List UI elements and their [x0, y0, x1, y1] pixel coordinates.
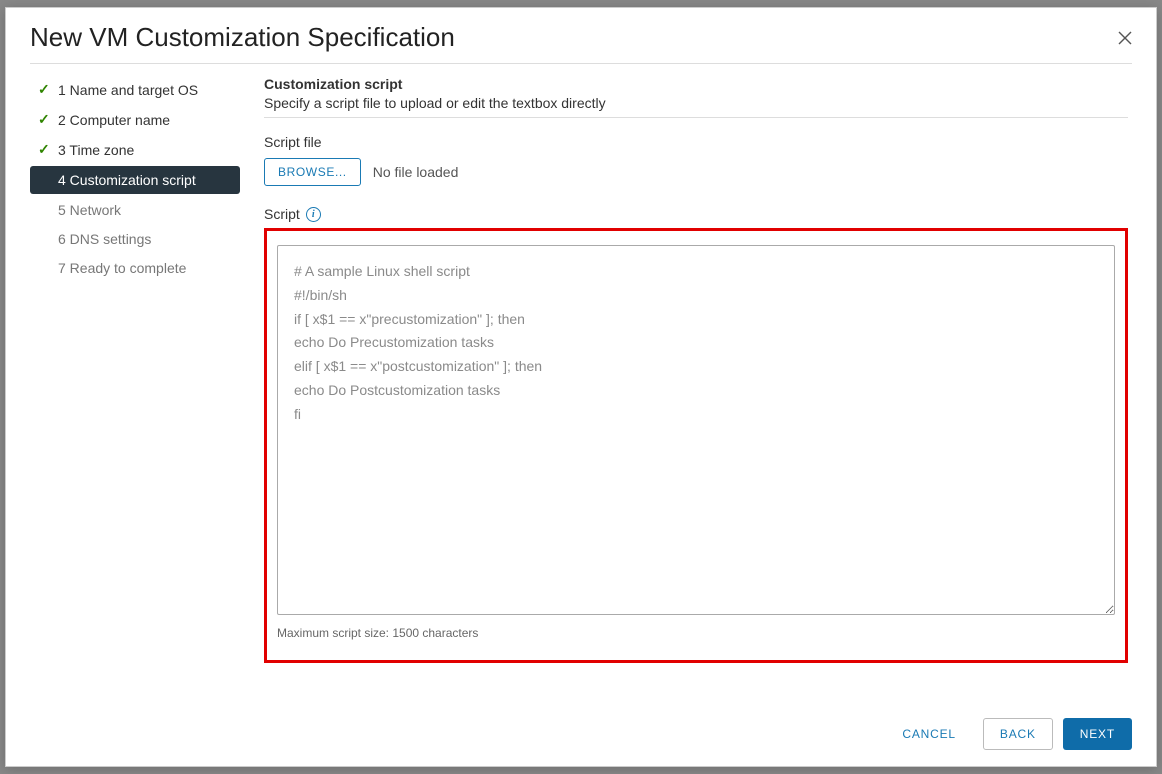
- step-label: 3 Time zone: [58, 142, 134, 158]
- modal-body: ✓ 1 Name and target OS ✓ 2 Computer name…: [6, 76, 1156, 702]
- wizard-modal: New VM Customization Specification ✓ 1 N…: [5, 7, 1157, 767]
- back-button[interactable]: BACK: [983, 718, 1053, 750]
- file-status: No file loaded: [373, 164, 459, 180]
- check-icon: ✓: [38, 81, 52, 98]
- close-icon[interactable]: [1118, 31, 1132, 45]
- check-icon: ✓: [38, 141, 52, 158]
- modal-footer: CANCEL BACK NEXT: [6, 702, 1156, 766]
- step-name-and-target-os[interactable]: ✓ 1 Name and target OS: [30, 76, 240, 103]
- info-icon[interactable]: i: [306, 207, 321, 222]
- step-network[interactable]: 5 Network: [30, 197, 240, 223]
- file-row: BROWSE... No file loaded: [264, 158, 1128, 186]
- step-customization-script[interactable]: 4 Customization script: [30, 166, 240, 194]
- section-title: Customization script: [264, 76, 1128, 92]
- step-computer-name[interactable]: ✓ 2 Computer name: [30, 106, 240, 133]
- script-textarea[interactable]: [277, 245, 1115, 615]
- step-label: 1 Name and target OS: [58, 82, 198, 98]
- script-label: Script: [264, 206, 300, 222]
- step-label: 2 Computer name: [58, 112, 170, 128]
- script-max-note: Maximum script size: 1500 characters: [277, 626, 1115, 640]
- step-label: 7 Ready to complete: [58, 260, 186, 276]
- step-ready-to-complete[interactable]: 7 Ready to complete: [30, 255, 240, 281]
- header-divider: [30, 63, 1132, 64]
- modal-header: New VM Customization Specification: [6, 8, 1156, 63]
- step-label: 4 Customization script: [58, 172, 196, 188]
- section-subtitle: Specify a script file to upload or edit …: [264, 95, 1128, 111]
- step-label: 6 DNS settings: [58, 231, 151, 247]
- cancel-button[interactable]: CANCEL: [885, 718, 972, 750]
- wizard-steps-sidebar: ✓ 1 Name and target OS ✓ 2 Computer name…: [30, 76, 240, 702]
- wizard-content: Customization script Specify a script fi…: [240, 76, 1132, 702]
- script-file-label: Script file: [264, 134, 1128, 150]
- step-time-zone[interactable]: ✓ 3 Time zone: [30, 136, 240, 163]
- script-highlight-box: Maximum script size: 1500 characters: [264, 228, 1128, 663]
- next-button[interactable]: NEXT: [1063, 718, 1132, 750]
- check-icon: ✓: [38, 111, 52, 128]
- script-label-row: Script i: [264, 206, 1128, 222]
- step-dns-settings[interactable]: 6 DNS settings: [30, 226, 240, 252]
- browse-button[interactable]: BROWSE...: [264, 158, 361, 186]
- modal-title: New VM Customization Specification: [30, 22, 455, 53]
- section-divider: [264, 117, 1128, 118]
- step-label: 5 Network: [58, 202, 121, 218]
